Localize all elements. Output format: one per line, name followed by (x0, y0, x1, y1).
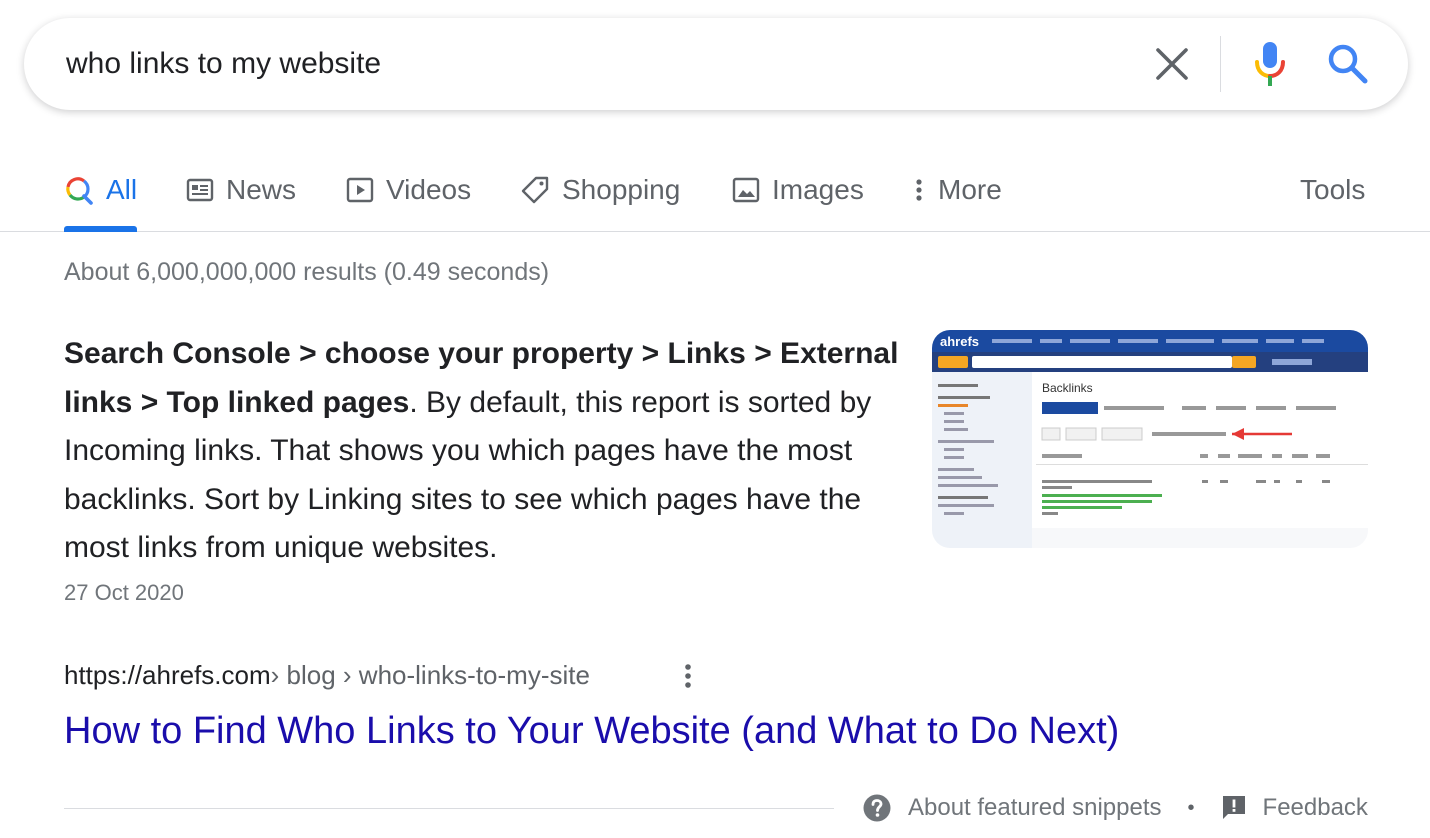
tab-label: More (938, 174, 1002, 205)
tab-label: Shopping (562, 174, 681, 205)
search-input[interactable]: who links to my website (66, 46, 381, 82)
divider (64, 808, 834, 809)
ahrefs-screenshot-image: ahrefs Backlinks (932, 330, 1368, 548)
feedback-icon (1222, 796, 1245, 819)
tab-images[interactable]: Images (732, 168, 864, 212)
search-tabs: All News Videos Shopping Images More Too… (0, 160, 1430, 232)
tools-button[interactable]: Tools (1300, 168, 1365, 212)
clear-icon[interactable] (1152, 44, 1192, 84)
tab-label: Videos (386, 174, 472, 205)
search-icon[interactable] (1326, 42, 1370, 86)
feedback-link[interactable]: Feedback (1221, 794, 1368, 822)
search-bar[interactable]: who links to my website (24, 18, 1408, 110)
tab-label: News (226, 174, 297, 205)
tab-more[interactable]: More (912, 168, 1002, 212)
search-bar-divider (1220, 36, 1221, 92)
feedback-label: Feedback (1262, 794, 1368, 821)
result-path: › blog › who-links-to-my-site (270, 660, 590, 690)
tab-shopping[interactable]: Shopping (520, 168, 680, 212)
active-tab-indicator (64, 226, 137, 232)
result-title-link[interactable]: How to Find Who Links to Your Website (a… (64, 710, 1119, 753)
about-featured-snippets-label: About featured snippets (908, 794, 1162, 821)
snippet-date: 27 Oct 2020 (64, 580, 184, 605)
thumbnail-logo: ahrefs (940, 334, 979, 349)
about-featured-snippets-link[interactable]: About featured snippets (862, 793, 1162, 823)
snippet-footer: About featured snippets • Feedback (862, 793, 1368, 823)
microphone-icon[interactable] (1250, 40, 1290, 88)
image-icon (732, 177, 760, 203)
video-play-icon (346, 177, 374, 203)
result-url-breadcrumb[interactable]: https://ahrefs.com › blog › who-links-to… (64, 660, 590, 691)
tag-icon (521, 176, 549, 204)
snippet-thumbnail[interactable]: ahrefs Backlinks (932, 330, 1368, 548)
result-domain: https://ahrefs.com (64, 660, 271, 690)
tab-label: All (106, 174, 138, 205)
vertical-dots-icon (916, 179, 922, 201)
featured-snippet-text: Search Console > choose your property > … (64, 330, 900, 573)
tab-news[interactable]: News (186, 168, 296, 212)
tab-all[interactable]: All (64, 168, 137, 212)
google-search-icon (66, 177, 93, 205)
thumbnail-heading: Backlinks (1042, 381, 1093, 395)
help-icon (863, 794, 891, 822)
result-stats: About 6,000,000,000 results (0.49 second… (64, 258, 550, 286)
tab-videos[interactable]: Videos (346, 168, 471, 212)
result-options-icon[interactable] (676, 660, 700, 694)
tab-label: Images (772, 174, 864, 205)
news-icon (186, 178, 214, 202)
footer-separator: • (1187, 796, 1195, 819)
